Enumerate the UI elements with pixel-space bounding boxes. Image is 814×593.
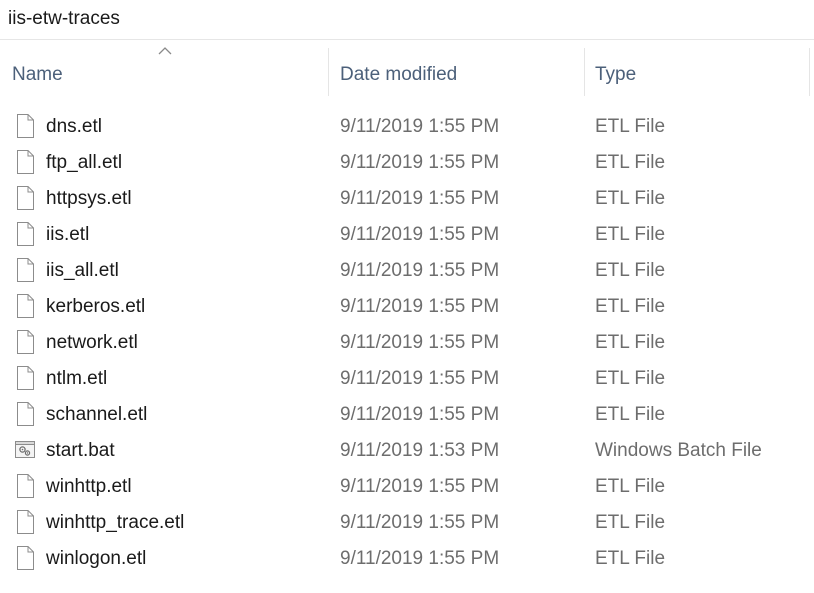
file-date-modified: 9/11/2019 1:55 PM (340, 224, 500, 245)
file-name[interactable]: dns.etl (46, 116, 102, 138)
file-type: ETL File (595, 224, 666, 245)
file-type: ETL File (595, 368, 666, 389)
file-date-modified: 9/11/2019 1:55 PM (340, 476, 500, 497)
file-row[interactable]: ntlm.etl 9/11/2019 1:55 PM ETL File (0, 360, 814, 396)
column-header-type[interactable]: Type (595, 40, 805, 96)
column-divider[interactable] (809, 48, 810, 96)
file-date-modified: 9/11/2019 1:55 PM (340, 116, 500, 137)
file-row[interactable]: winlogon.etl 9/11/2019 1:55 PM ETL File (0, 540, 814, 576)
file-date-modified: 9/11/2019 1:55 PM (340, 332, 500, 353)
file-icon (14, 329, 36, 355)
file-row[interactable]: network.etl 9/11/2019 1:55 PM ETL File (0, 324, 814, 360)
file-icon (14, 185, 36, 211)
file-row[interactable]: schannel.etl 9/11/2019 1:55 PM ETL File (0, 396, 814, 432)
file-name[interactable]: schannel.etl (46, 404, 147, 426)
file-name[interactable]: iis.etl (46, 224, 89, 246)
file-name[interactable]: kerberos.etl (46, 296, 145, 318)
file-type: ETL File (595, 512, 666, 533)
file-type: Windows Batch File (595, 440, 762, 461)
file-type: ETL File (595, 188, 666, 209)
file-list: dns.etl 9/11/2019 1:55 PM ETL File ftp_all.… (0, 108, 814, 576)
file-name[interactable]: ntlm.etl (46, 368, 107, 390)
file-date-modified: 9/11/2019 1:55 PM (340, 404, 500, 425)
file-icon (14, 365, 36, 391)
file-date-modified: 9/11/2019 1:55 PM (340, 512, 500, 533)
file-row[interactable]: winhttp_trace.etl 9/11/2019 1:55 PM ETL Fi… (0, 504, 814, 540)
file-type: ETL File (595, 332, 666, 353)
file-row[interactable]: httpsys.etl 9/11/2019 1:55 PM ETL File (0, 180, 814, 216)
file-type: ETL File (595, 260, 666, 281)
column-divider[interactable] (328, 48, 329, 96)
column-divider[interactable] (584, 48, 585, 96)
file-row[interactable]: start.bat 9/11/2019 1:53 PM Windows Batch … (0, 432, 814, 468)
file-date-modified: 9/11/2019 1:55 PM (340, 368, 500, 389)
file-name[interactable]: ftp_all.etl (46, 152, 122, 174)
file-icon (14, 113, 36, 139)
column-header-name[interactable]: Name (12, 40, 328, 96)
file-row[interactable]: winhttp.etl 9/11/2019 1:55 PM ETL File (0, 468, 814, 504)
file-date-modified: 9/11/2019 1:55 PM (340, 548, 500, 569)
file-type: ETL File (595, 296, 666, 317)
file-type: ETL File (595, 404, 666, 425)
file-name[interactable]: iis_all.etl (46, 260, 119, 282)
file-icon (14, 221, 36, 247)
file-name[interactable]: winhttp_trace.etl (46, 512, 184, 534)
file-icon (14, 473, 36, 499)
file-row[interactable]: iis_all.etl 9/11/2019 1:55 PM ETL File (0, 252, 814, 288)
file-row[interactable]: dns.etl 9/11/2019 1:55 PM ETL File (0, 108, 814, 144)
file-row[interactable]: ftp_all.etl 9/11/2019 1:55 PM ETL File (0, 144, 814, 180)
file-type: ETL File (595, 152, 666, 173)
file-row[interactable]: iis.etl 9/11/2019 1:55 PM ETL File (0, 216, 814, 252)
batch-file-icon (14, 437, 36, 463)
file-date-modified: 9/11/2019 1:53 PM (340, 440, 500, 461)
file-type: ETL File (595, 476, 666, 497)
column-header-date-modified[interactable]: Date modified (340, 40, 584, 96)
file-icon (14, 401, 36, 427)
file-name[interactable]: httpsys.etl (46, 188, 132, 210)
file-row[interactable]: kerberos.etl 9/11/2019 1:55 PM ETL File (0, 288, 814, 324)
file-date-modified: 9/11/2019 1:55 PM (340, 152, 500, 173)
file-name[interactable]: winhttp.etl (46, 476, 132, 498)
file-date-modified: 9/11/2019 1:55 PM (340, 260, 500, 281)
file-type: ETL File (595, 116, 666, 137)
file-icon (14, 149, 36, 175)
file-name[interactable]: start.bat (46, 440, 115, 462)
file-name[interactable]: winlogon.etl (46, 548, 146, 570)
file-date-modified: 9/11/2019 1:55 PM (340, 188, 500, 209)
file-icon (14, 257, 36, 283)
file-date-modified: 9/11/2019 1:55 PM (340, 296, 500, 317)
file-icon (14, 293, 36, 319)
folder-title: iis-etw-traces (8, 8, 120, 29)
file-name[interactable]: network.etl (46, 332, 138, 354)
address-bar[interactable]: iis-etw-traces (0, 0, 814, 40)
file-icon (14, 545, 36, 571)
column-header-row: Name Date modified Type (0, 40, 814, 96)
file-icon (14, 509, 36, 535)
file-type: ETL File (595, 548, 666, 569)
